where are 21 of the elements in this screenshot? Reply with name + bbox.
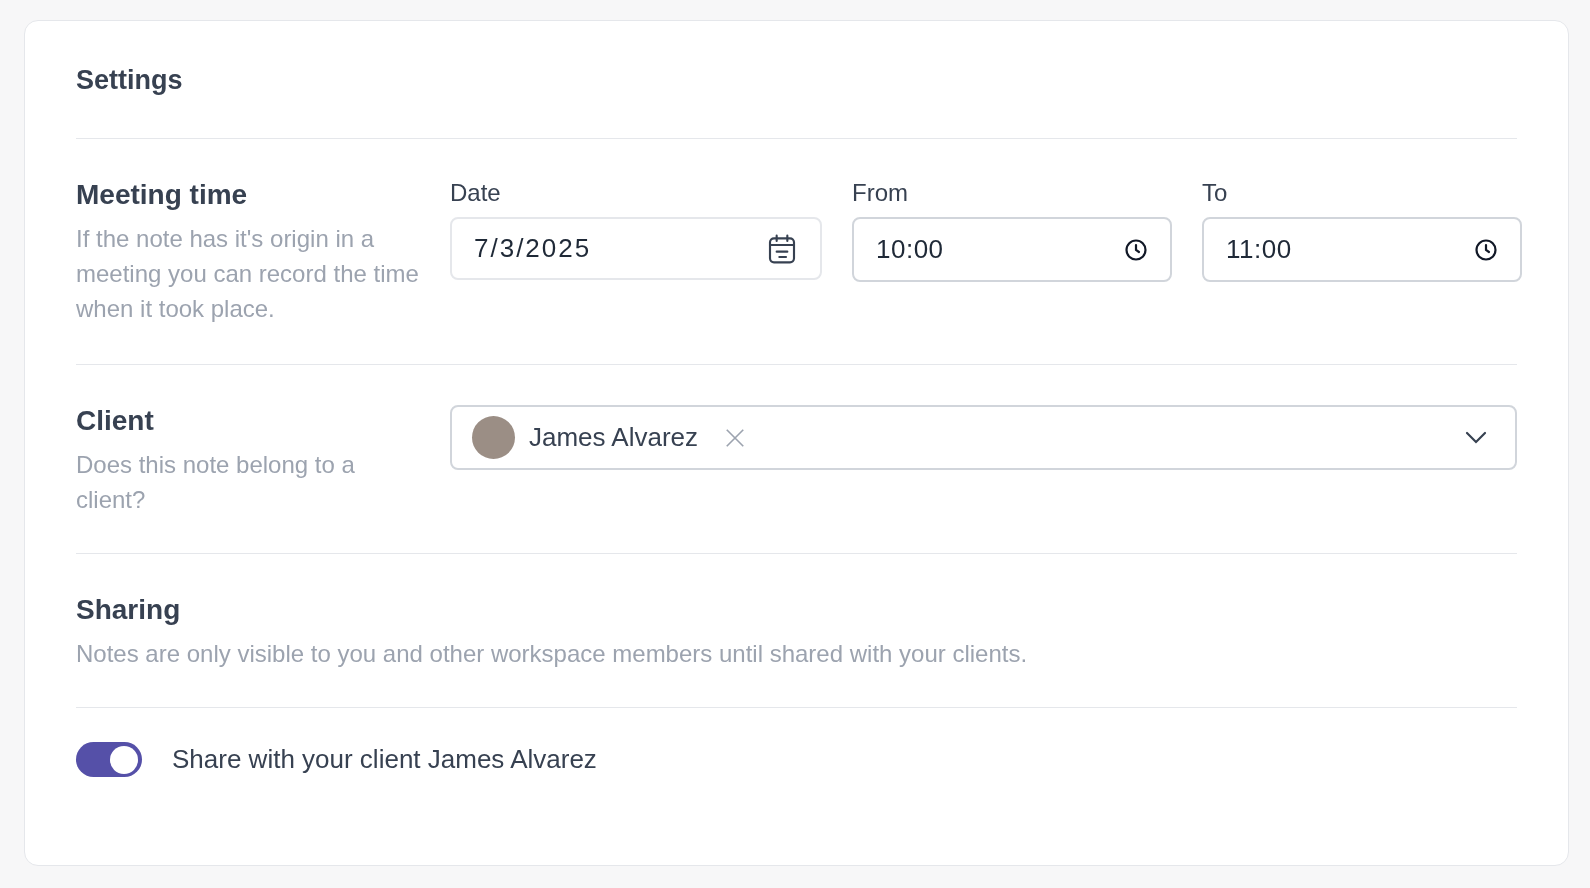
toggle-label: Share with your client James Alvarez: [172, 744, 597, 775]
client-name: James Alvarez: [529, 422, 699, 453]
section-description: Notes are only visible to you and other workspace members until shared with your clients.: [76, 639, 1029, 669]
avatar: [472, 416, 515, 459]
time-field[interactable]: 10:00: [852, 217, 1172, 282]
client-select[interactable]: James Alvarez: [450, 405, 1517, 470]
clock-icon: [1124, 237, 1148, 262]
share-toggle[interactable]: [76, 742, 142, 777]
section-heading: Sharing: [76, 594, 182, 626]
settings-title: Settings: [76, 64, 184, 97]
field-label: From: [852, 179, 909, 207]
time-field[interactable]: 11:00: [1202, 217, 1522, 282]
section-description: Does this note belong to a client?: [76, 450, 356, 515]
clock-icon: [1474, 237, 1498, 262]
section-description: If the note has it's origin in a meeting you can record the time when it took place.: [76, 224, 420, 324]
field-label: Date: [450, 179, 502, 207]
section-heading: Meeting time: [76, 179, 249, 211]
field-label: To: [1202, 179, 1229, 207]
date-field[interactable]: 7/3/2025: [450, 217, 822, 280]
chevron-down-icon[interactable]: [1465, 430, 1487, 445]
section-heading: Client: [76, 405, 155, 437]
